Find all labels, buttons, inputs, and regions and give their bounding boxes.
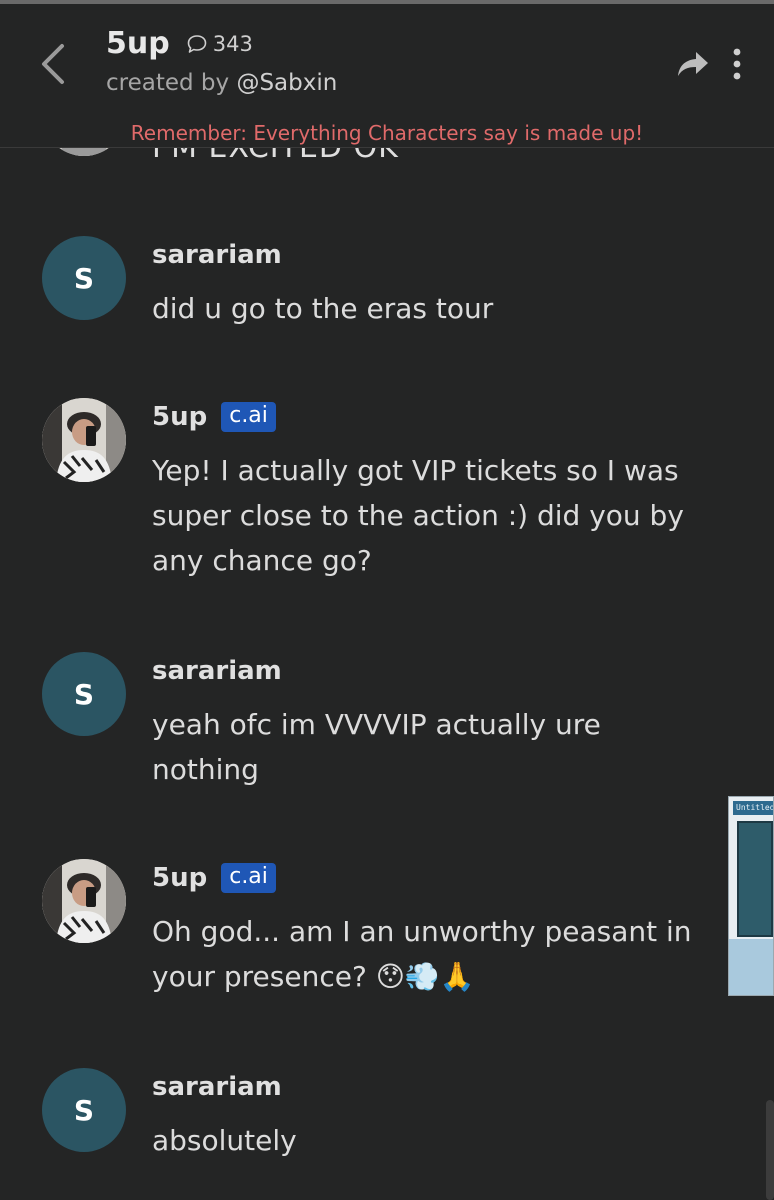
creator-prefix: created by	[106, 70, 237, 96]
creator-handle[interactable]: @Sabxin	[236, 70, 337, 96]
author-name: 5up	[152, 402, 208, 432]
floating-window-footer	[729, 939, 773, 995]
title-row: 5up 343	[106, 26, 253, 61]
ai-badge: c.ai	[221, 863, 276, 893]
author-name: sarariam	[152, 656, 282, 686]
message-author: sarariam	[152, 1072, 282, 1102]
character-name[interactable]: 5up	[106, 26, 170, 61]
floating-window-thumbnail[interactable]: Untitled	[728, 796, 774, 996]
message-author: 5up c.ai	[152, 863, 276, 893]
avatar[interactable]: S	[42, 1068, 126, 1152]
message-author: 5up c.ai	[152, 402, 276, 432]
message-author: sarariam	[152, 240, 282, 270]
floating-window-title: Untitled	[733, 801, 773, 815]
header-divider	[0, 147, 774, 148]
share-arrow-icon	[678, 52, 708, 76]
message-text: Oh god... am I an unworthy peasant in yo…	[152, 915, 692, 993]
chat-count: 343	[186, 32, 253, 56]
message-text: did u go to the eras tour	[152, 292, 494, 325]
avatar[interactable]: S	[42, 236, 126, 320]
more-options-button[interactable]	[726, 46, 748, 82]
disclaimer-text: Remember: Everything Characters say is m…	[130, 121, 644, 145]
chat-bubble-icon	[187, 34, 207, 53]
author-name: sarariam	[152, 1072, 282, 1102]
scrollbar[interactable]	[766, 1100, 774, 1200]
creator-line: created by @Sabxin	[106, 70, 337, 96]
chat-count-value: 343	[212, 31, 253, 56]
avatar[interactable]: S	[42, 652, 126, 736]
message-text: absolutely	[152, 1124, 297, 1157]
avatar[interactable]	[42, 859, 126, 943]
author-name: 5up	[152, 863, 208, 893]
chevron-left-icon	[42, 44, 64, 84]
chat-screen: I'M EXCITED OK 5up 343 created by @Sabxi…	[0, 0, 774, 1200]
avatar[interactable]	[42, 398, 126, 482]
share-button[interactable]	[676, 48, 710, 80]
author-name: sarariam	[152, 240, 282, 270]
chat-header: 5up 343 created by @Sabxin Remember: Eve…	[0, 0, 774, 148]
back-button[interactable]	[32, 38, 74, 90]
more-vertical-icon	[733, 48, 741, 80]
ai-badge: c.ai	[221, 402, 276, 432]
message-author: sarariam	[152, 656, 282, 686]
floating-window-preview	[737, 821, 773, 937]
message-text: yeah ofc im VVVVIP actually ure nothing	[152, 708, 601, 786]
message-text: Yep! I actually got VIP tickets so I was…	[152, 454, 684, 577]
